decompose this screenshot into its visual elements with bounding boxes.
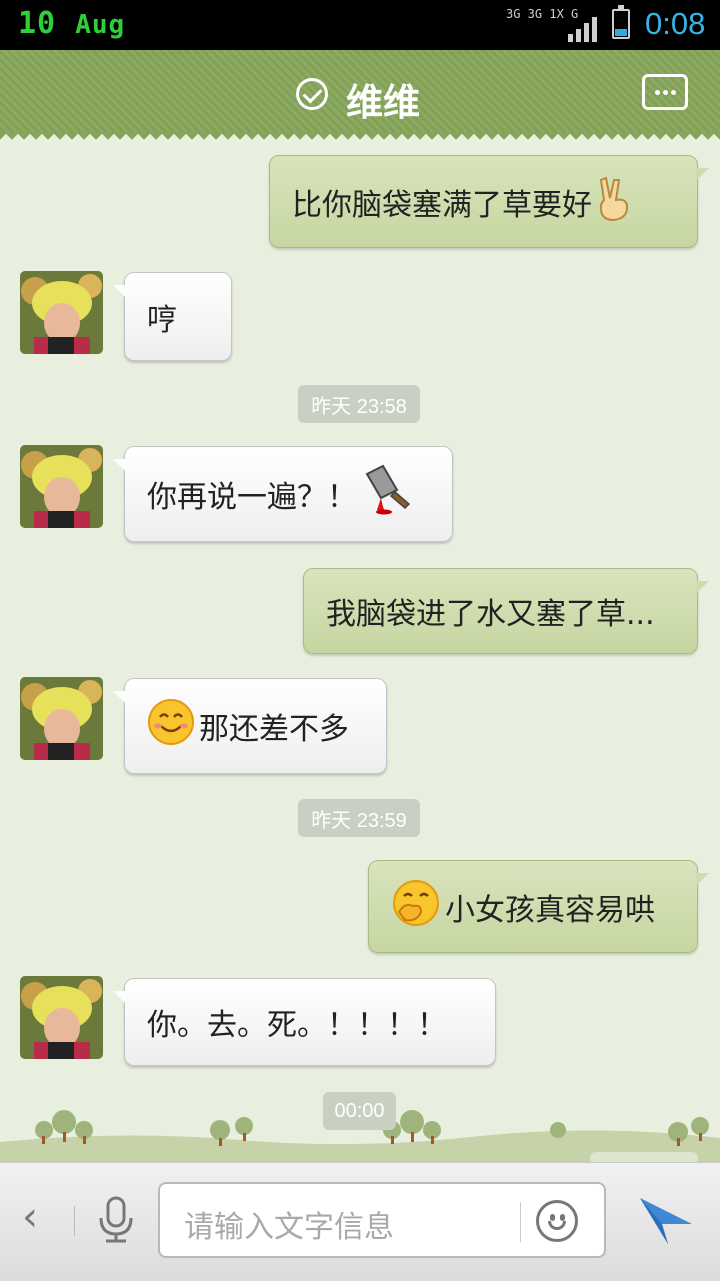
- status-time: 0:08: [645, 6, 706, 41]
- bloody-cleaver-icon: [363, 464, 413, 524]
- timestamp-chip: 昨天 23:59: [298, 799, 420, 837]
- date-day: 10: [18, 6, 57, 41]
- message-bubble-outgoing[interactable]: 我脑袋进了水又塞了草...: [303, 568, 709, 654]
- victory-hand-icon: [592, 174, 636, 230]
- divider: [74, 1206, 75, 1236]
- message-text: 那还差不多: [199, 712, 349, 747]
- smile-face-icon: [147, 698, 195, 754]
- send-button[interactable]: [638, 1194, 694, 1250]
- avatar[interactable]: [20, 445, 103, 528]
- timestamp-chip: 00:00: [323, 1092, 396, 1130]
- message-bubble-incoming[interactable]: 你再说一遍？！: [113, 446, 453, 542]
- avatar[interactable]: [20, 677, 103, 760]
- message-bubble-outgoing[interactable]: 小女孩真容易哄: [368, 860, 709, 953]
- date-month: Aug: [75, 10, 126, 40]
- message-text: 比你脑袋塞满了草要好: [292, 187, 592, 223]
- message-text: 你再说一遍？！: [147, 480, 357, 515]
- message-bubble-incoming[interactable]: 你。去。死。！！！！: [113, 978, 496, 1066]
- back-arrow-icon[interactable]: ‹: [22, 1194, 38, 1240]
- timestamp-chip: 昨天 23:58: [298, 385, 420, 423]
- message-text: 小女孩真容易哄: [445, 892, 655, 928]
- microphone-button[interactable]: [96, 1196, 136, 1248]
- verified-check-icon: [296, 78, 328, 110]
- message-bubble-incoming[interactable]: 那还差不多: [113, 678, 387, 774]
- message-text: 哼: [147, 302, 177, 338]
- send-icon: [640, 1198, 692, 1244]
- message-text: 我脑袋进了水又塞了草...: [326, 597, 655, 632]
- avatar[interactable]: [20, 271, 103, 354]
- emoji-picker-icon[interactable]: [536, 1200, 578, 1242]
- avatar[interactable]: [20, 976, 103, 1059]
- message-bubble-outgoing[interactable]: 比你脑袋塞满了草要好: [269, 155, 709, 248]
- giggle-face-icon: [391, 878, 441, 936]
- status-date: 10 Aug: [18, 6, 125, 41]
- page-title: 维维: [346, 81, 420, 124]
- battery-icon: [612, 5, 630, 39]
- message-bubble-incoming[interactable]: 哼: [113, 272, 232, 361]
- input-separator: [520, 1202, 521, 1242]
- status-bar: 10 Aug 3G 3G 1X G 0:08: [0, 0, 720, 50]
- more-options-button[interactable]: [642, 74, 688, 110]
- signal-icon: [568, 16, 602, 42]
- input-placeholder: 请输入文字信息: [184, 1210, 394, 1245]
- microphone-icon: [99, 1196, 133, 1243]
- message-text: 你。去。死。！！！！: [147, 1008, 447, 1043]
